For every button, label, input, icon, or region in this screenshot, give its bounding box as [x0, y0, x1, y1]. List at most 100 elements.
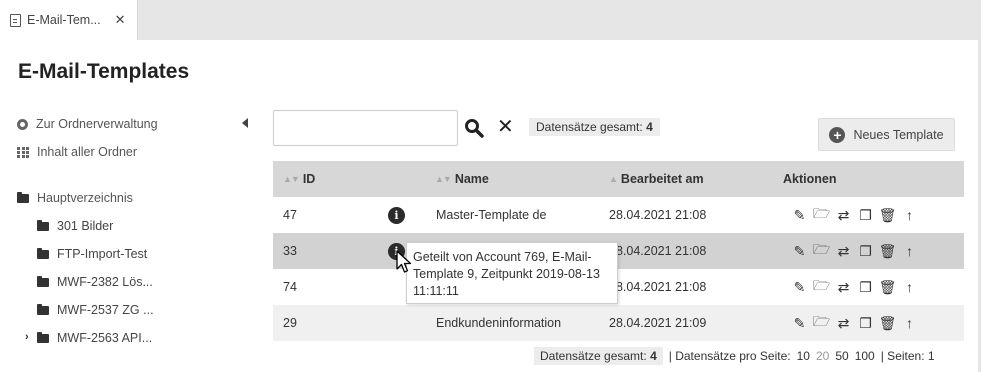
sidebar-folder-admin[interactable]: Zur Ordnerverwaltung: [17, 117, 158, 131]
info-icon[interactable]: i: [388, 206, 405, 224]
trash-icon[interactable]: 🗑: [879, 243, 897, 260]
pencil-icon[interactable]: ✎: [791, 279, 808, 296]
copy-icon[interactable]: ❐: [857, 279, 874, 296]
row-actions: ✎ 🗁 ⇄ ❐ 🗑 ↑: [791, 305, 918, 341]
per-page-option[interactable]: 100: [855, 349, 875, 363]
tab-bar: E-Mail-Tem... ✕: [0, 0, 981, 40]
sidebar-all-folders-label: Inhalt aller Ordner: [37, 145, 138, 159]
transfer-icon[interactable]: ⇄: [835, 207, 852, 224]
sidebar-folder-item[interactable]: MWF-2563 API...: [37, 331, 152, 345]
cursor-icon: [396, 250, 412, 273]
sidebar-folder-item[interactable]: 301 Bilder: [37, 219, 113, 233]
templates-table: ▲▼ ID ▲▼ Name ▲ Bearbeitet am Aktionen 4…: [273, 161, 964, 341]
cell-edited: 28.04.2021 21:08: [609, 208, 707, 222]
total-value: 4: [646, 120, 653, 134]
cell-edited: 28.04.2021 21:08: [609, 280, 707, 294]
table-footer: Datensätze gesamt: 4 | Datensätze pro Se…: [534, 347, 935, 365]
page-title: E-Mail-Templates: [18, 60, 190, 83]
transfer-icon[interactable]: ⇄: [835, 315, 852, 332]
table-row[interactable]: 33 i 28.04.2021 21:08 ✎ 🗁 ⇄ ❐ 🗑 ↑: [273, 233, 964, 269]
folder-icon: [37, 303, 49, 315]
pencil-icon[interactable]: ✎: [791, 207, 808, 224]
pencil-icon[interactable]: ✎: [791, 315, 808, 332]
copy-icon[interactable]: ❐: [857, 207, 874, 224]
upload-icon[interactable]: ↑: [901, 279, 918, 296]
cell-id: 47: [283, 208, 297, 222]
sort-icon: ▲: [609, 174, 618, 184]
footer-total-label: Datensätze gesamt:: [540, 349, 647, 363]
search-icon[interactable]: [464, 118, 484, 138]
sidebar-folder-item[interactable]: MWF-2382 Lös...: [37, 275, 153, 289]
sidebar-folder-label: 301 Bilder: [57, 219, 114, 233]
cell-id: 29: [283, 316, 297, 330]
sort-icon: ▲▼: [435, 174, 452, 184]
upload-icon[interactable]: ↑: [901, 207, 918, 224]
file-icon: [10, 13, 21, 27]
tab-email-templates[interactable]: E-Mail-Tem... ✕: [0, 0, 138, 40]
cell-id: 33: [283, 244, 297, 258]
folder-open-icon[interactable]: 🗁: [813, 277, 830, 296]
chevron-right-icon[interactable]: ›: [25, 331, 29, 343]
trash-icon[interactable]: 🗑: [879, 279, 897, 296]
column-header-actions: Aktionen: [783, 161, 836, 197]
search-input[interactable]: [273, 110, 458, 146]
sidebar-folder-label: MWF-2563 API...: [57, 331, 153, 345]
plus-circle-icon: +: [829, 126, 846, 143]
column-header-label: Aktionen: [783, 172, 837, 186]
per-page-option[interactable]: 10: [797, 349, 810, 363]
cell-name: Endkundeninformation: [436, 316, 562, 330]
sidebar-folder-label: MWF-2382 Lös...: [57, 275, 153, 289]
folder-open-icon[interactable]: 🗁: [813, 241, 830, 260]
sidebar-folder-label: MWF-2537 ZG ...: [57, 303, 154, 317]
table-row[interactable]: 29 Endkundeninformation 28.04.2021 21:09…: [273, 305, 964, 341]
copy-icon[interactable]: ❐: [857, 315, 874, 332]
cell-id: 74: [283, 280, 297, 294]
column-header-id[interactable]: ▲▼ ID: [283, 161, 315, 197]
table-row[interactable]: 74 28.04.2021 21:08 ✎ 🗁 ⇄ ❐ 🗑 ↑: [273, 269, 964, 305]
upload-icon[interactable]: ↑: [901, 315, 918, 332]
row-actions: ✎ 🗁 ⇄ ❐ 🗑 ↑: [791, 269, 918, 305]
pencil-icon[interactable]: ✎: [791, 243, 808, 260]
clear-icon[interactable]: ✕: [497, 117, 514, 137]
grid-icon: [17, 146, 29, 158]
total-label: Datensätze gesamt:: [536, 120, 643, 134]
collapse-sidebar-icon[interactable]: [242, 118, 248, 128]
new-template-button[interactable]: + Neues Template: [818, 118, 955, 151]
upload-icon[interactable]: ↑: [901, 243, 918, 260]
tab-label: E-Mail-Tem...: [27, 13, 101, 27]
total-records-badge: Datensätze gesamt: 4: [529, 118, 660, 136]
sidebar-folder-label: Hauptverzeichnis: [37, 191, 133, 205]
info-cell: i: [388, 197, 405, 233]
row-actions: ✎ 🗁 ⇄ ❐ 🗑 ↑: [791, 233, 918, 269]
row-actions: ✎ 🗁 ⇄ ❐ 🗑 ↑: [791, 197, 918, 233]
transfer-icon[interactable]: ⇄: [835, 243, 852, 260]
sidebar-folder-item[interactable]: FTP-Import-Test: [37, 247, 147, 261]
folder-icon: [37, 219, 49, 231]
trash-icon[interactable]: 🗑: [879, 315, 897, 332]
gear-icon: [17, 118, 28, 130]
folder-open-icon[interactable]: 🗁: [813, 313, 830, 332]
per-page-option[interactable]: 50: [835, 349, 848, 363]
sidebar-folder-root[interactable]: Hauptverzeichnis: [17, 191, 133, 205]
folder-icon: [37, 275, 49, 287]
column-header-edited[interactable]: ▲ Bearbeitet am: [609, 161, 704, 197]
transfer-icon[interactable]: ⇄: [835, 279, 852, 296]
folder-icon: [17, 191, 29, 203]
sidebar-folder-item[interactable]: MWF-2537 ZG ...: [37, 303, 154, 317]
per-page-label: | Datensätze pro Seite:: [668, 349, 791, 363]
folder-icon: [37, 247, 49, 259]
cell-edited: 28.04.2021 21:09: [609, 316, 707, 330]
column-header-name[interactable]: ▲▼ Name: [435, 161, 489, 197]
table-row[interactable]: 47 i Master-Template de 28.04.2021 21:08…: [273, 197, 964, 233]
copy-icon[interactable]: ❐: [857, 243, 874, 260]
pages-label: | Seiten: 1: [880, 349, 935, 363]
folder-icon: [37, 331, 49, 343]
close-icon[interactable]: ✕: [115, 12, 126, 28]
sidebar-folder-admin-label: Zur Ordnerverwaltung: [36, 117, 158, 131]
footer-total-badge: Datensätze gesamt: 4: [534, 347, 663, 365]
column-header-label: Bearbeitet am: [620, 172, 704, 186]
folder-open-icon[interactable]: 🗁: [813, 205, 830, 224]
sidebar-all-folders[interactable]: Inhalt aller Ordner: [17, 145, 137, 159]
per-page-option-active[interactable]: 20: [816, 349, 829, 363]
trash-icon[interactable]: 🗑: [879, 207, 897, 224]
